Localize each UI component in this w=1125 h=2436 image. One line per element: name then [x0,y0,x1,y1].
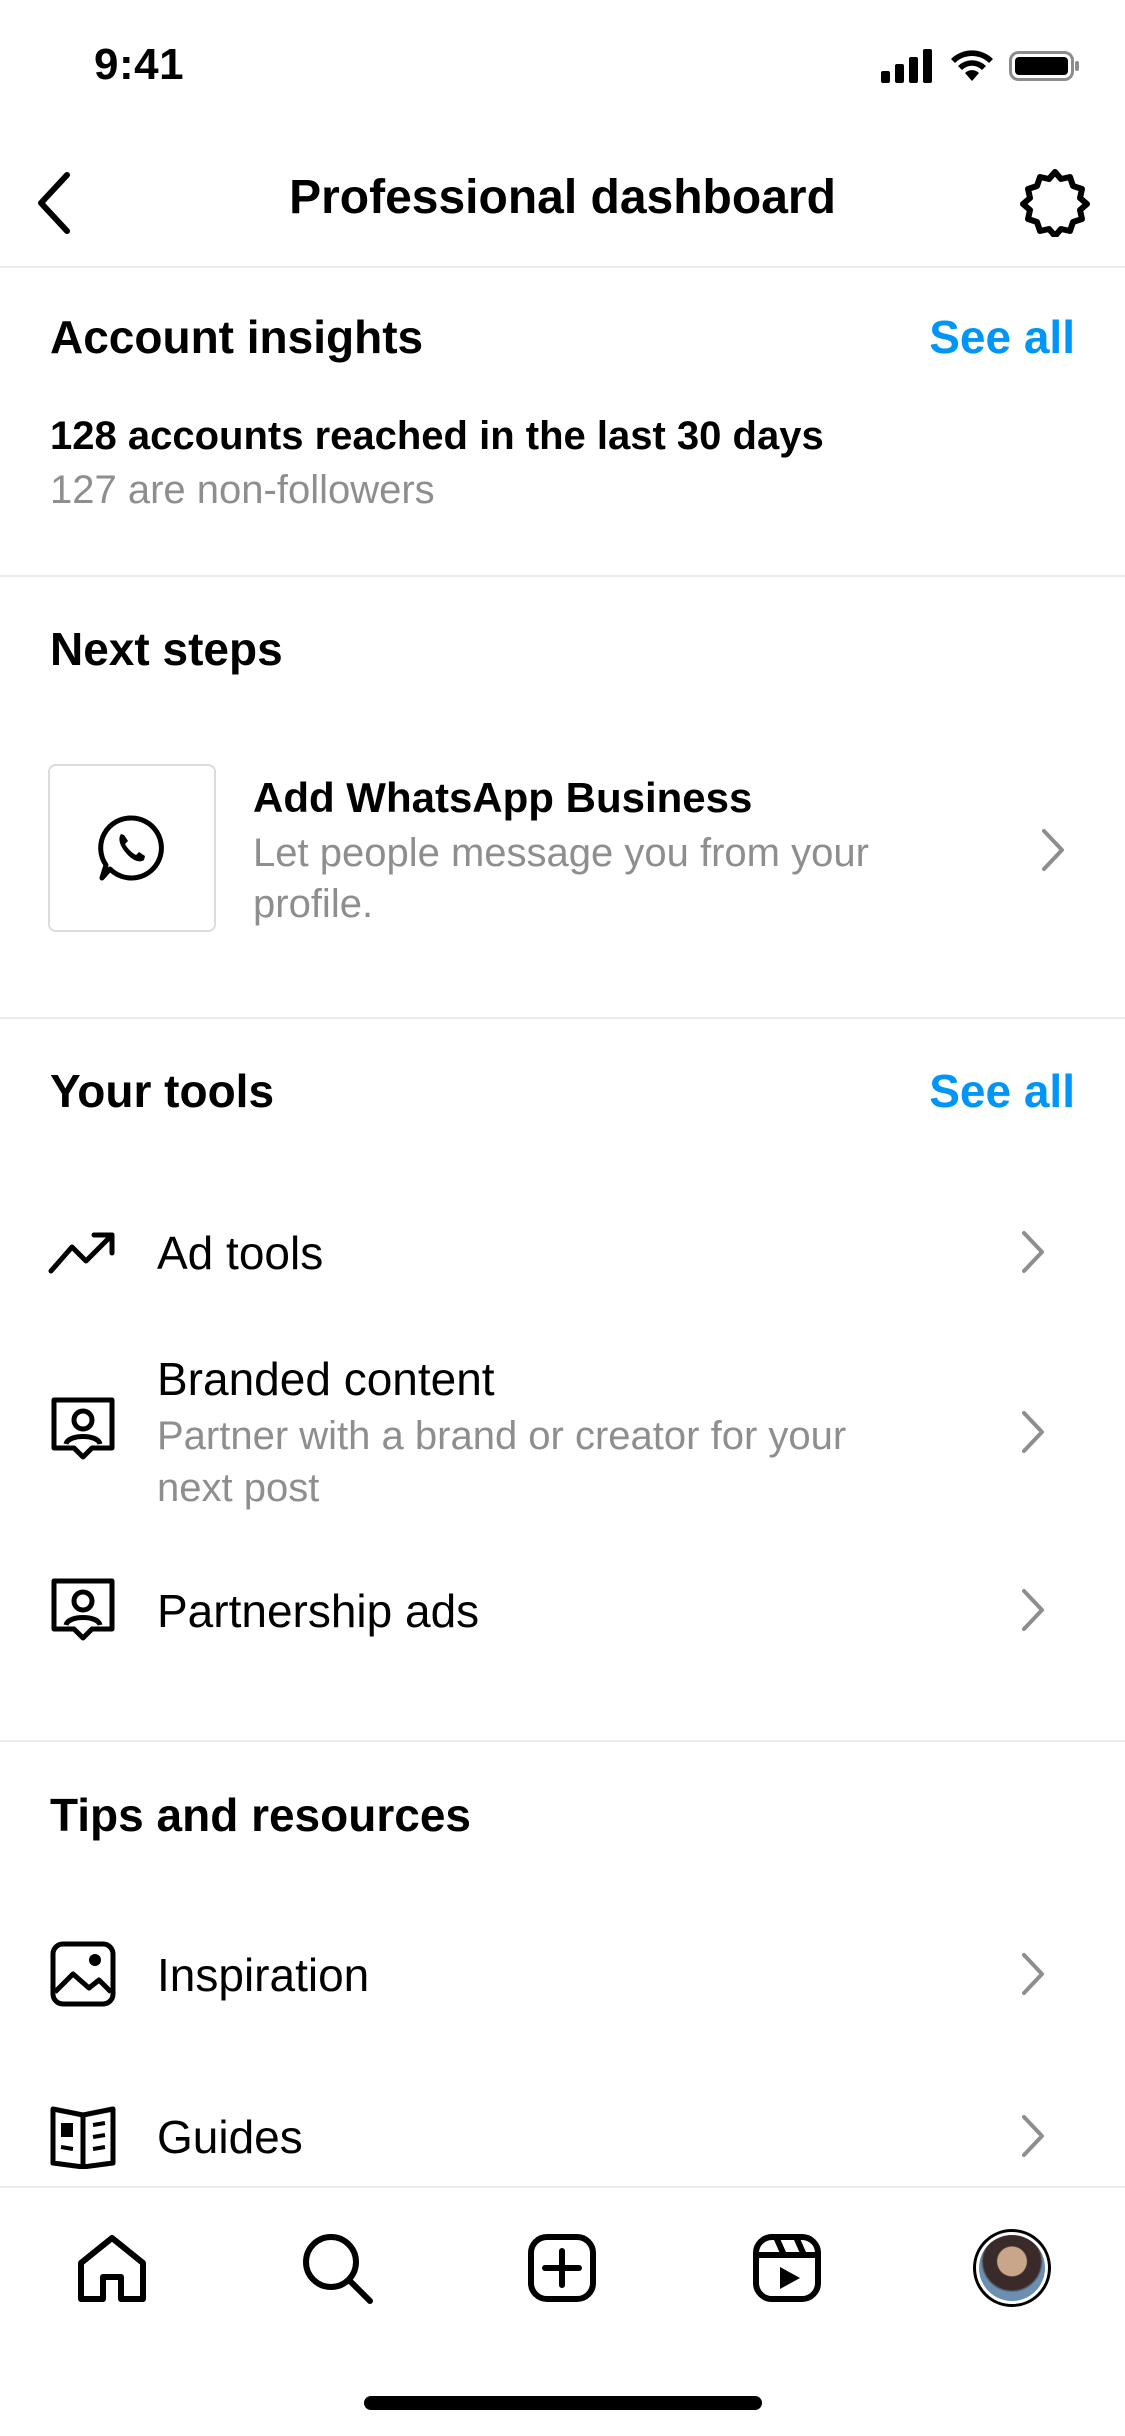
whatsapp-business-card[interactable]: Add WhatsApp Business Let people message… [0,750,1125,950]
chevron-right-icon [1013,1402,1053,1462]
your-tools-see-all-link[interactable]: See all [929,1064,1075,1118]
search-icon [303,2234,373,2304]
branded-content-subtitle-line1: Partner with a brand or creator for your [157,1414,847,1458]
nav-profile-button[interactable] [952,2208,1072,2328]
ad-tools-row[interactable]: Ad tools [0,1202,1125,1302]
settings-button[interactable] [1015,162,1095,242]
battery-icon [1009,51,1079,81]
page-title: Professional dashboard [289,171,836,224]
status-time: 9:41 [94,40,185,89]
image-icon [48,1939,118,2009]
inspiration-row[interactable]: Inspiration [0,1924,1125,2024]
whatsapp-card-subtitle-line2: profile. [253,882,374,926]
chevron-right-icon [1013,2106,1053,2166]
partnership-ads-icon [48,1575,118,1645]
account-insights-title: Account insights [50,311,424,363]
whatsapp-icon [98,815,164,881]
chevron-right-icon [1033,820,1073,880]
reels-icon [753,2234,821,2302]
gear-icon [1020,169,1090,237]
branded-content-icon [48,1394,118,1464]
chevron-right-icon [1013,1944,1053,2004]
branded-content-label: Branded content [157,1353,495,1405]
home-icon [78,2235,146,2302]
cellular-signal-icon [881,49,932,83]
bottom-nav [0,2186,1125,2348]
nav-create-button[interactable] [502,2208,622,2328]
home-indicator [364,2396,762,2410]
tips-resources-title: Tips and resources [50,1789,471,1841]
ad-tools-label: Ad tools [157,1227,324,1279]
non-followers-text: 127 are non-followers [50,468,435,512]
guides-row[interactable]: Guides [0,2086,1125,2186]
divider [0,1740,1125,1742]
chevron-right-icon [1013,1580,1053,1640]
guides-label: Guides [157,2111,303,2163]
account-insights-see-all-link[interactable]: See all [929,310,1075,364]
divider [0,1017,1125,1019]
whatsapp-icon-box [48,764,216,932]
next-steps-title: Next steps [50,623,283,675]
profile-avatar [973,2229,1051,2307]
divider [0,575,1125,577]
chevron-right-icon [1013,1222,1053,1282]
nav-reels-button[interactable] [727,2208,847,2328]
trending-up-icon [48,1217,118,1287]
status-icons [881,46,1081,86]
nav-home-button[interactable] [52,2208,172,2328]
branded-content-row[interactable]: Branded content Partner with a brand or … [0,1346,1125,1516]
wifi-icon [951,50,993,81]
partnership-ads-row[interactable]: Partnership ads [0,1560,1125,1660]
nav-search-button[interactable] [277,2208,397,2328]
app-header: Professional dashboard [0,140,1125,268]
reach-summary[interactable]: 128 accounts reached in the last 30 days [50,414,824,459]
book-icon [48,2101,118,2171]
create-icon [528,2234,596,2302]
partnership-ads-label: Partnership ads [157,1585,480,1637]
whatsapp-card-subtitle-line1: Let people message you from your [253,831,869,875]
your-tools-title: Your tools [50,1065,275,1117]
whatsapp-card-title: Add WhatsApp Business [253,774,753,821]
branded-content-subtitle-line2: next post [157,1466,320,1510]
inspiration-label: Inspiration [157,1949,370,2001]
